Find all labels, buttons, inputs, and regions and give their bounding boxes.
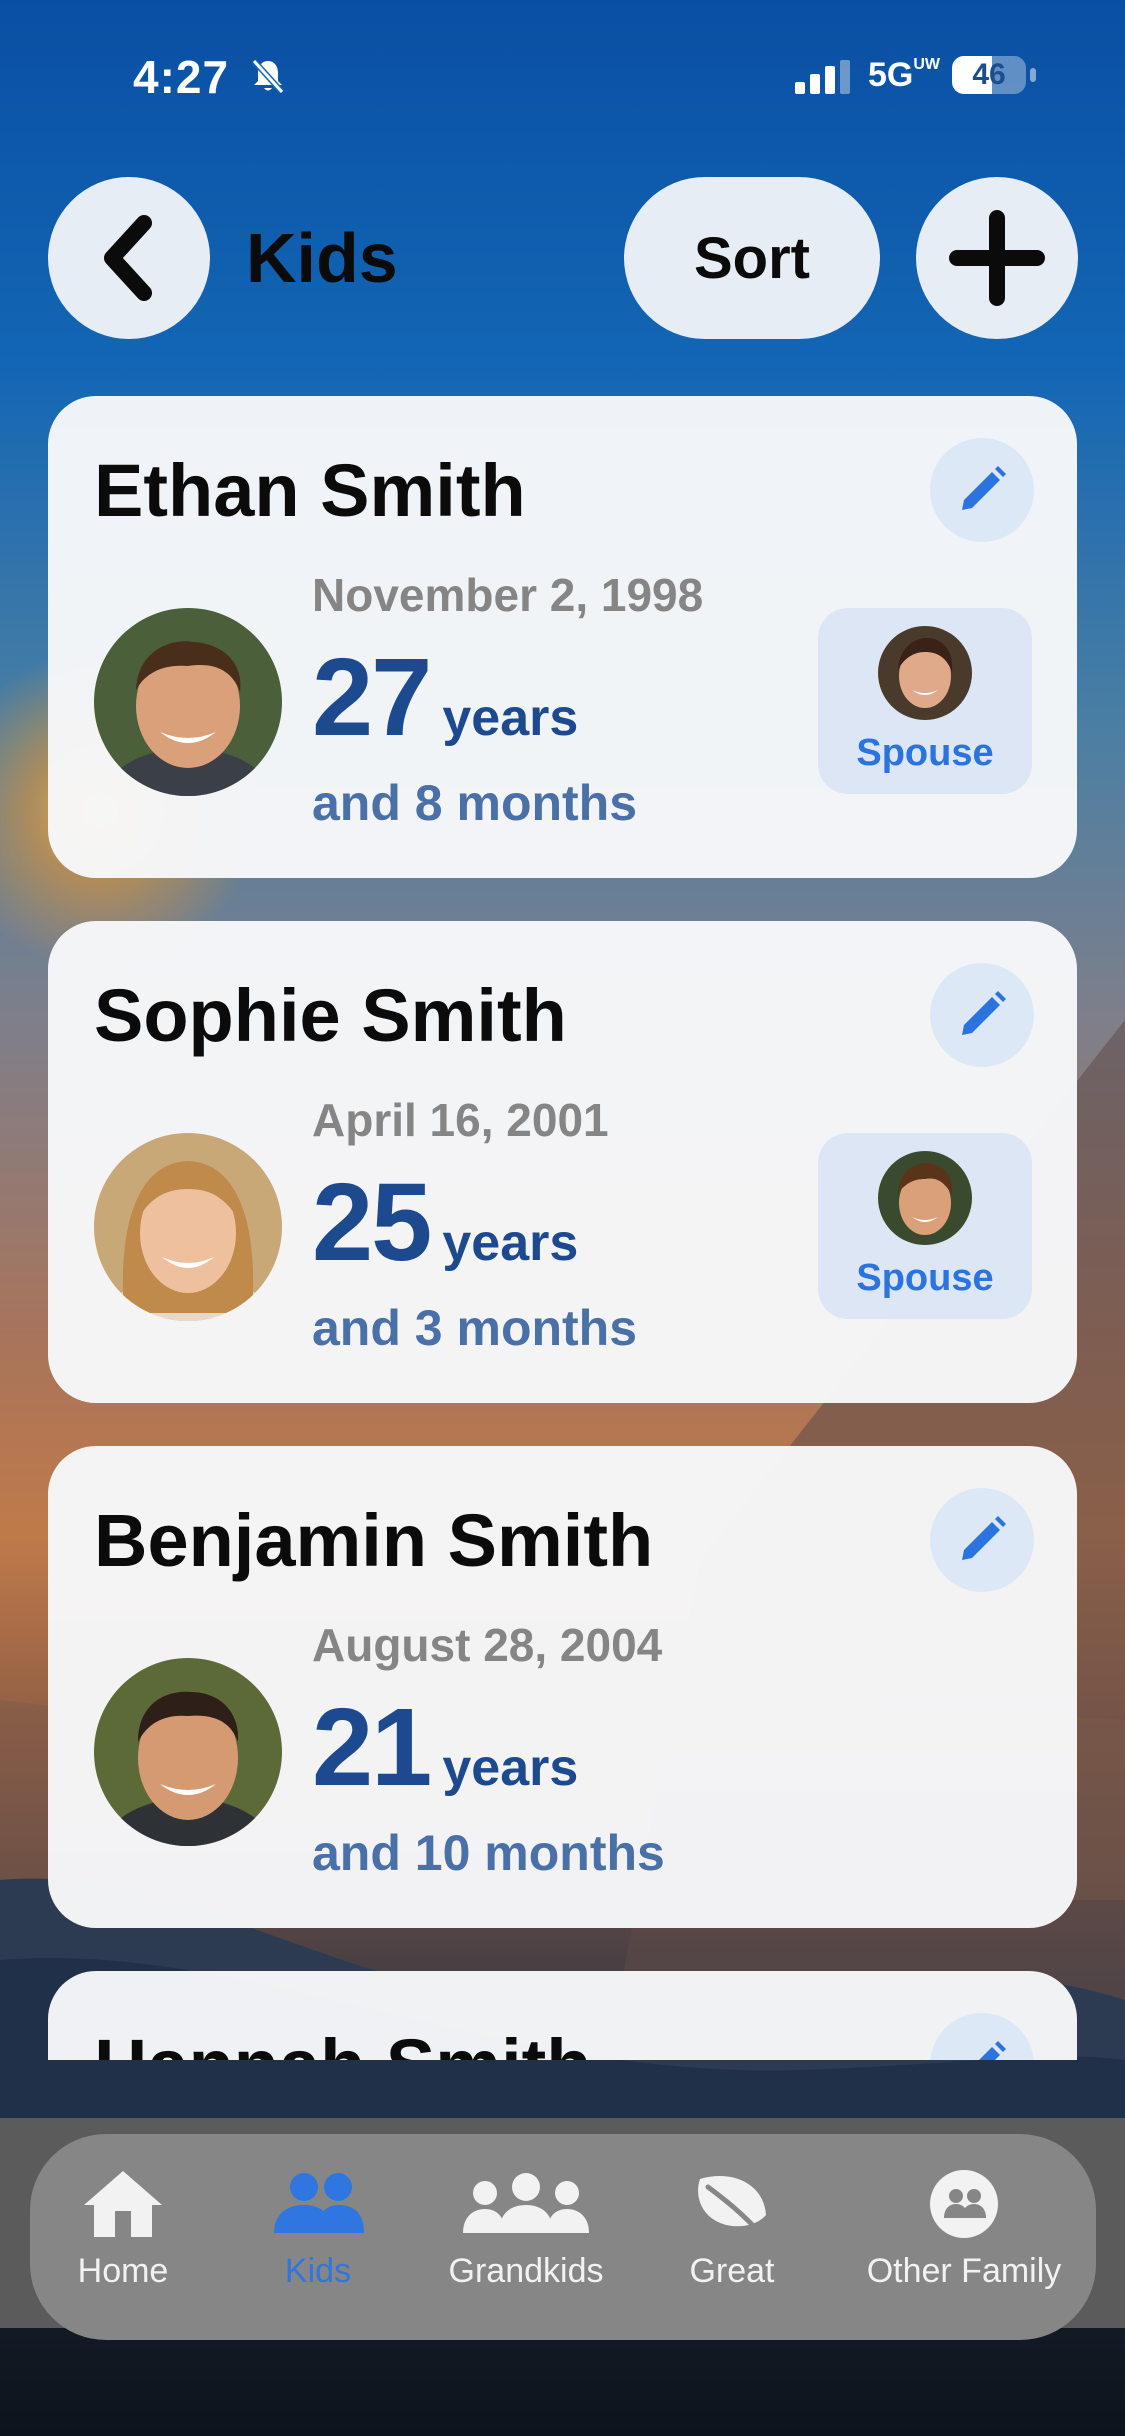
kid-card[interactable]: Benjamin Smith August 28, 2004 21 years a… [48, 1446, 1077, 1928]
kid-card[interactable]: Ethan Smith November 2, 1998 27 years and… [48, 396, 1077, 878]
spouse-label: Spouse [856, 1257, 994, 1299]
tab-kids[interactable]: Kids [216, 2134, 420, 2340]
tab-label: Other Family [866, 2252, 1062, 2290]
tab-bar: Home Kids Grandkids Great Other Family [30, 2134, 1096, 2340]
age-months: and 8 months [312, 775, 638, 831]
tab-label: Kids [284, 2252, 352, 2290]
avatar[interactable] [94, 1133, 282, 1321]
years-label: years [442, 1214, 579, 1272]
edit-button[interactable] [930, 2013, 1034, 2060]
tab-other-family[interactable]: Other Family [832, 2134, 1096, 2340]
tab-home[interactable]: Home [30, 2134, 216, 2340]
family-icon [930, 2170, 998, 2238]
age: 25 years [312, 1159, 578, 1286]
home-icon [84, 2171, 162, 2237]
kid-card[interactable]: Sophie Smith April 16, 2001 25 years and … [48, 921, 1077, 1403]
kid-name: Sophie Smith [94, 974, 567, 1057]
age: 27 years [312, 634, 578, 761]
tab-great[interactable]: Great [632, 2134, 832, 2340]
tab-grandkids[interactable]: Grandkids [420, 2134, 632, 2340]
kid-name: Ethan Smith [94, 449, 526, 532]
edit-button[interactable] [930, 1488, 1034, 1592]
edit-button[interactable] [930, 963, 1034, 1067]
birth-date: August 28, 2004 [312, 1619, 663, 1671]
pencil-icon [979, 2041, 1006, 2060]
kid-name: Hannah Smith [94, 2023, 591, 2060]
kid-name: Benjamin Smith [94, 1499, 654, 1582]
group-icon [463, 2173, 589, 2233]
tab-label: Great [689, 2252, 775, 2290]
edit-button[interactable] [930, 438, 1034, 542]
pencil-icon [962, 1516, 1006, 1560]
birth-date: April 16, 2001 [312, 1094, 609, 1146]
spouse-button[interactable]: Spouse [818, 1133, 1032, 1319]
spouse-button[interactable]: Spouse [818, 608, 1032, 794]
leaf-icon [698, 2176, 766, 2236]
age-years: 25 [312, 1161, 432, 1284]
people-icon [274, 2173, 364, 2233]
pencil-icon [962, 991, 1006, 1035]
kid-card[interactable]: Hannah Smith [48, 1971, 1077, 2060]
age-months: and 3 months [312, 1300, 638, 1356]
age-years: 27 [312, 636, 432, 759]
age-months: and 10 months [312, 1825, 665, 1881]
age-years: 21 [312, 1686, 432, 1809]
years-label: years [442, 1739, 579, 1797]
spouse-avatar [878, 1151, 972, 1245]
age: 21 years [312, 1684, 578, 1811]
kids-list[interactable]: Ethan Smith November 2, 1998 27 years and… [0, 0, 1125, 2060]
avatar[interactable] [94, 608, 282, 796]
tab-label: Home [77, 2252, 169, 2290]
spouse-label: Spouse [856, 732, 994, 774]
birth-date: November 2, 1998 [312, 569, 704, 621]
years-label: years [442, 689, 579, 747]
pencil-icon [962, 466, 1006, 510]
tab-label: Grandkids [448, 2252, 604, 2290]
avatar[interactable] [94, 1658, 282, 1846]
spouse-avatar [878, 626, 972, 720]
